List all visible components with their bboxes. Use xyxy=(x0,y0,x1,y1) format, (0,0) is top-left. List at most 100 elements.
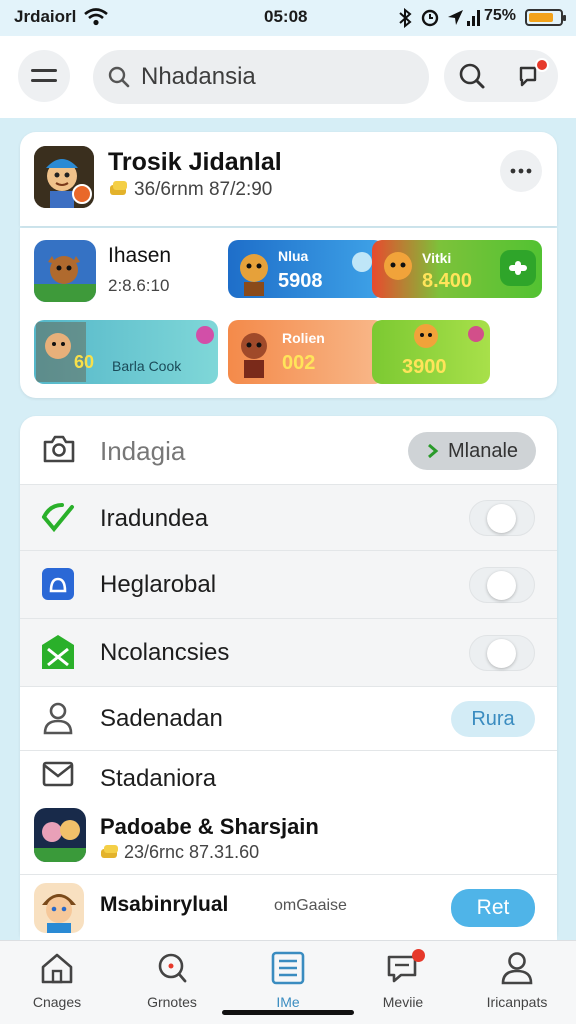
notification-button[interactable] xyxy=(513,58,549,92)
wifi-icon xyxy=(84,8,108,26)
tile-label: Nlua xyxy=(278,248,309,264)
app-title: Padoabe & Sharsjain xyxy=(100,814,319,839)
tile-value: 5908 xyxy=(278,270,323,292)
user-list-item[interactable]: Msabinrylual omGaaise Ret xyxy=(20,874,557,940)
settings-row[interactable]: Sadenadan Rura xyxy=(20,686,557,750)
signal-icon xyxy=(467,10,480,26)
reset-button-label: Ret xyxy=(476,896,510,919)
search-icon xyxy=(459,63,484,89)
profile-card[interactable]: Trosik Jidanlal 36/6rnm 87/2:90 xyxy=(20,132,557,226)
game-tile[interactable]: 60 Barla Cook xyxy=(34,320,218,384)
user-extra: omGaaise xyxy=(274,897,347,914)
search-placeholder: Nhadansia xyxy=(141,63,256,90)
chat-bubble-icon xyxy=(352,252,372,272)
search-button[interactable] xyxy=(444,50,558,102)
games-card: Ihasen 2:8.6:10 Nlua 5908 Vitki 8.400 60… xyxy=(20,228,557,398)
game-tile[interactable]: Vitki 8.400 xyxy=(372,240,542,298)
launch-game-button[interactable] xyxy=(500,250,536,286)
tile-label: Barla Cook xyxy=(112,358,182,374)
badge-icon xyxy=(468,326,484,342)
app-icon xyxy=(34,808,86,862)
nav-item-messages[interactable]: Meviie xyxy=(348,949,458,1010)
reset-button[interactable]: Ret xyxy=(451,889,535,927)
clock-time: 05:08 xyxy=(264,7,308,26)
user-avatar xyxy=(34,883,84,933)
manage-button-label: Mlanale xyxy=(447,439,519,462)
game-tile[interactable]: Rolien 002 xyxy=(228,320,384,384)
notification-badge xyxy=(534,58,549,72)
game-character-icon xyxy=(384,252,412,280)
mail-badge-icon xyxy=(42,635,74,669)
home-indicator xyxy=(222,1010,354,1015)
featured-game-subtitle: 2:8.6:10 xyxy=(108,276,170,295)
nav-item-contacts[interactable]: Iricanpats xyxy=(462,951,572,1010)
manage-button[interactable]: Mlanale xyxy=(408,432,536,470)
alarm-icon xyxy=(421,9,439,27)
settings-row-label: Iradundea xyxy=(100,505,209,532)
toggle-switch[interactable] xyxy=(469,500,535,536)
more-options-button[interactable] xyxy=(500,150,542,192)
settings-row[interactable]: Iradundea xyxy=(20,484,557,550)
settings-header: Indagia Mlanale xyxy=(20,416,557,484)
tile-label: Rolien xyxy=(282,330,325,346)
featured-game-title: Ihasen xyxy=(108,244,172,267)
status-bar: Jrdaiorl 05:08 75% xyxy=(0,0,576,36)
profile-subtitle: 36/6rnm 87/2:90 xyxy=(134,179,273,200)
chevron-right-icon xyxy=(427,444,439,458)
more-icon xyxy=(510,168,532,174)
search-icon xyxy=(108,66,130,88)
battery-icon xyxy=(525,9,566,26)
app-list-item[interactable]: Padoabe & Sharsjain 23/6rnc 87.31.60 xyxy=(20,802,557,874)
profile-avatar xyxy=(34,146,94,208)
game-character-icon xyxy=(414,324,438,348)
nav-item-home[interactable]: Cnages xyxy=(2,951,112,1010)
nav-label: Grnotes xyxy=(147,994,197,1010)
game-tile[interactable]: 3900 xyxy=(372,320,490,384)
settings-row[interactable]: Heglarobal xyxy=(20,550,557,618)
close-icon[interactable] xyxy=(196,326,214,344)
game-character-icon xyxy=(240,254,268,296)
app-subtitle: 23/6rnc 87.31.60 xyxy=(124,842,260,862)
game-tile[interactable]: Nlua 5908 xyxy=(228,240,384,298)
nav-label: Iricanpats xyxy=(486,994,548,1010)
tile-value: 60 xyxy=(74,352,95,372)
mail-icon xyxy=(42,761,74,787)
bluetooth-icon xyxy=(399,8,412,28)
featured-game-icon[interactable] xyxy=(34,240,96,302)
menu-button[interactable] xyxy=(18,50,70,102)
list-icon xyxy=(271,951,305,985)
account-icon xyxy=(42,568,74,600)
run-button-label: Rura xyxy=(471,707,515,730)
camera-icon xyxy=(43,435,75,463)
nav-label: Meviie xyxy=(382,994,424,1010)
toggle-switch[interactable] xyxy=(469,635,535,671)
user-name: Msabinrylual xyxy=(100,893,229,916)
tile-label: Vitki xyxy=(422,250,452,266)
nav-label: IMe xyxy=(276,994,300,1010)
shield-check-icon xyxy=(42,503,74,533)
nav-item-search[interactable]: Grnotes xyxy=(117,951,227,1010)
nav-item-me[interactable]: IMe xyxy=(233,951,343,1010)
battery-percent: 75% xyxy=(484,7,517,24)
coin-icon xyxy=(110,181,127,195)
search-input[interactable]: Nhadansia xyxy=(93,50,429,104)
person-icon xyxy=(501,952,533,985)
carrier-label: Jrdaiorl xyxy=(14,7,77,26)
run-button[interactable]: Rura xyxy=(451,701,535,737)
settings-row-label: Ncolancsies xyxy=(100,639,230,666)
gamepad-icon xyxy=(509,261,527,275)
tile-value: 002 xyxy=(282,352,316,374)
notification-badge xyxy=(412,949,425,962)
settings-row-label: Sadenadan xyxy=(100,705,223,732)
tile-value: 3900 xyxy=(402,356,447,378)
toggle-switch[interactable] xyxy=(469,567,535,603)
settings-row-label: Stadaniora xyxy=(100,765,217,792)
tile-value: 8.400 xyxy=(422,270,473,292)
home-icon xyxy=(41,953,73,984)
profile-name: Trosik Jidanlal xyxy=(108,148,282,176)
settings-row[interactable]: Ncolancsies xyxy=(20,618,557,686)
settings-header-label: Indagia xyxy=(100,436,186,466)
settings-row[interactable]: Stadaniora xyxy=(20,750,557,802)
coin-icon xyxy=(101,845,118,858)
settings-row-label: Heglarobal xyxy=(100,571,217,598)
